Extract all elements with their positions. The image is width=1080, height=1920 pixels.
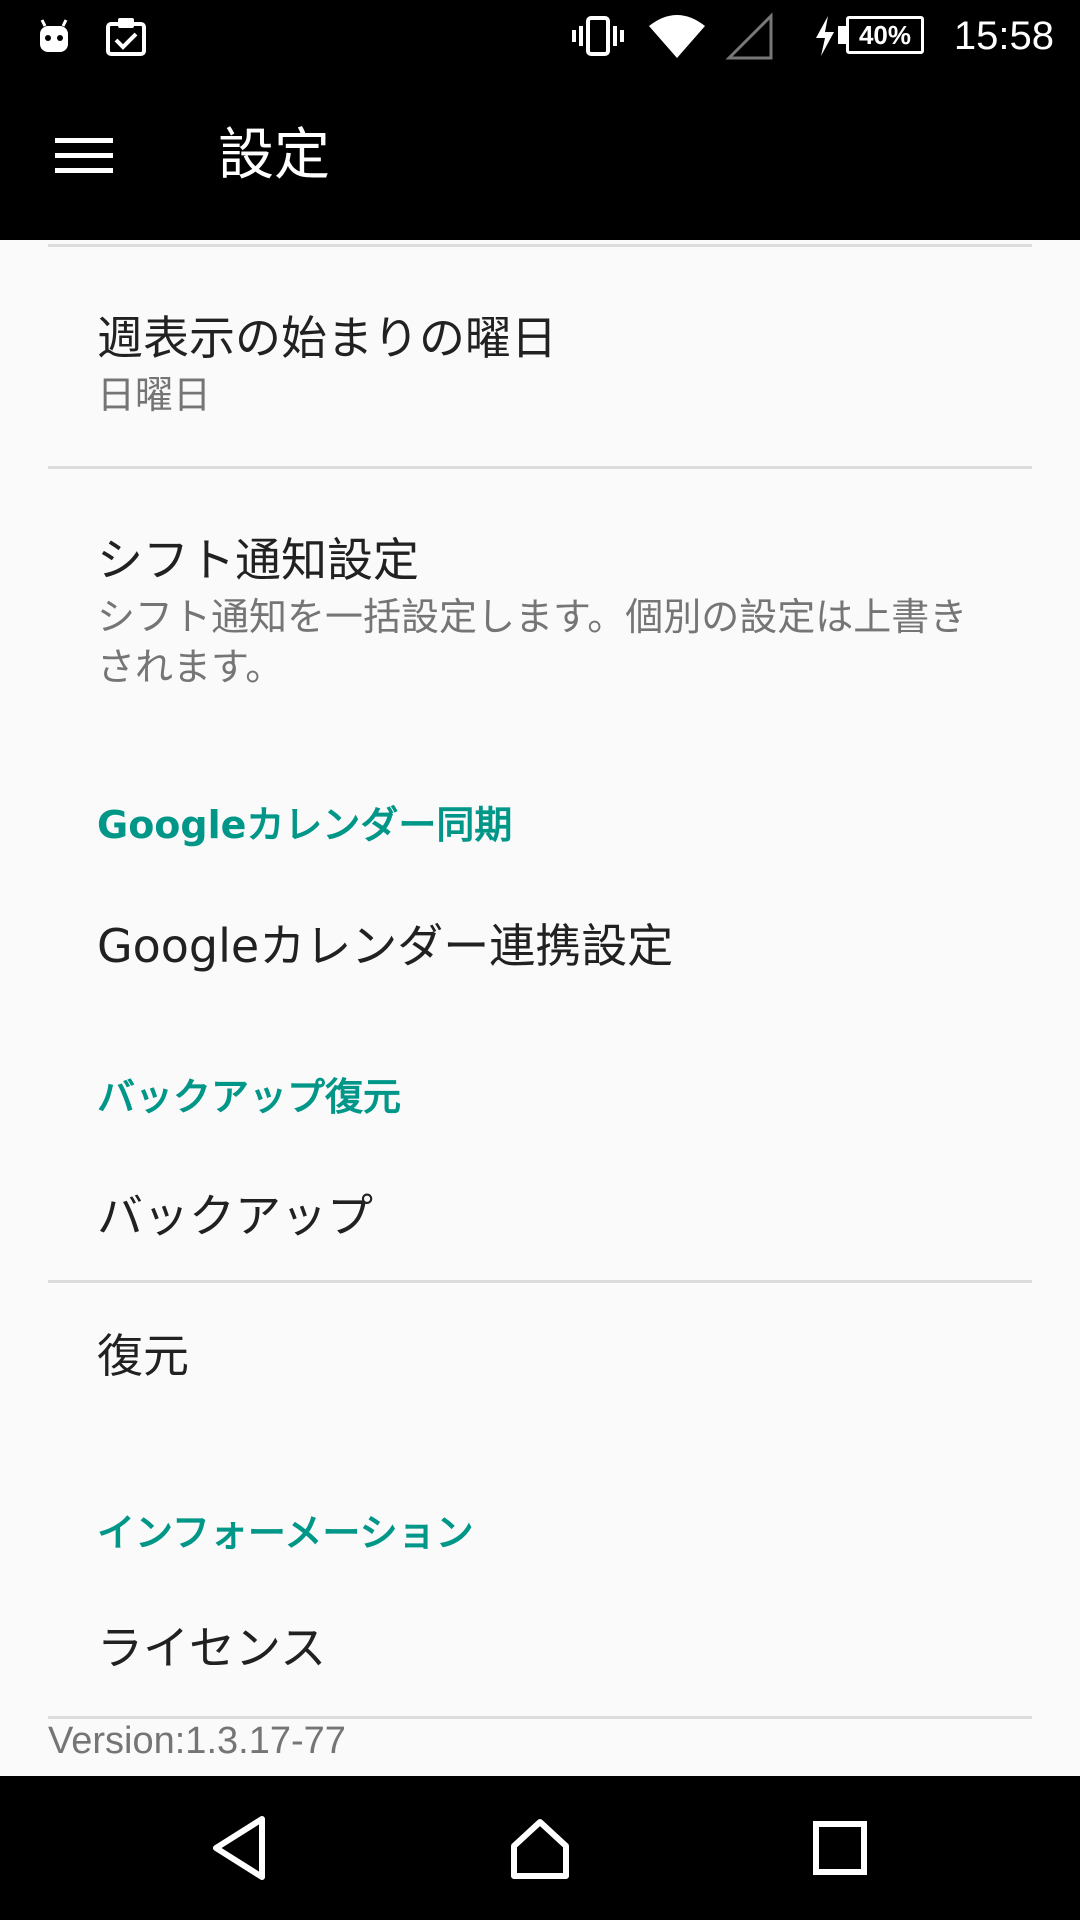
vibrate-icon bbox=[570, 0, 626, 72]
cell-signal-icon bbox=[724, 0, 776, 72]
settings-list[interactable]: 週表示の始まりの曜日 日曜日 シフト通知設定 シフト通知を一括設定します。個別の… bbox=[0, 240, 1080, 1776]
pref-backup[interactable]: バックアップ bbox=[0, 1138, 1080, 1288]
pref-title: 復元 bbox=[97, 1329, 189, 1383]
category-backup-restore: バックアップ復元 bbox=[97, 1075, 402, 1119]
navigation-bar bbox=[0, 1776, 1080, 1920]
pref-restore[interactable]: 復元 bbox=[0, 1284, 1080, 1434]
home-icon[interactable] bbox=[468, 1776, 612, 1920]
divider bbox=[48, 1280, 1032, 1283]
clipboard-check-icon bbox=[100, 0, 152, 72]
pref-title: Googleカレンダー連携設定 bbox=[97, 919, 674, 973]
page-title: 設定 bbox=[218, 123, 330, 188]
pref-title: 週表示の始まりの曜日 bbox=[97, 311, 557, 365]
pref-google-calendar-link[interactable]: Googleカレンダー連携設定 bbox=[0, 868, 1080, 1018]
android-icon bbox=[30, 0, 78, 72]
battery-terminal bbox=[838, 26, 846, 44]
version-label: Version:1.3.17-77 bbox=[48, 1720, 346, 1762]
back-icon[interactable] bbox=[168, 1776, 312, 1920]
category-information: インフォーメーション bbox=[97, 1511, 474, 1555]
pref-shift-notification[interactable]: シフト通知設定 シフト通知を一括設定します。個別の設定は上書きされます。 bbox=[0, 470, 1080, 710]
charging-icon bbox=[810, 0, 840, 72]
pref-title: シフト通知設定 bbox=[97, 533, 419, 587]
divider bbox=[48, 466, 1032, 469]
divider bbox=[48, 1716, 1032, 1719]
status-bar: 40% 15:58 bbox=[0, 0, 1080, 72]
pref-title: バックアップ bbox=[97, 1189, 373, 1243]
hamburger-menu-icon[interactable] bbox=[40, 120, 128, 192]
pref-title: ライセンス bbox=[97, 1621, 327, 1675]
divider bbox=[48, 244, 1032, 247]
battery-icon: 40% bbox=[846, 16, 924, 54]
category-google-calendar: Googleカレンダー同期 bbox=[97, 803, 513, 847]
wifi-icon bbox=[646, 0, 708, 72]
app-bar: 設定 bbox=[0, 72, 1080, 240]
pref-license[interactable]: ライセンス bbox=[0, 1570, 1080, 1720]
pref-summary: シフト通知を一括設定します。個別の設定は上書きされます。 bbox=[97, 595, 968, 689]
status-time: 15:58 bbox=[953, 14, 1054, 58]
recents-icon[interactable] bbox=[768, 1776, 912, 1920]
settings-screen: 40% 15:58 設定 週表示の始まりの曜日 日曜日 シフト通知設定 シフト通… bbox=[0, 0, 1080, 1920]
pref-week-start[interactable]: 週表示の始まりの曜日 日曜日 bbox=[0, 248, 1080, 468]
pref-summary: 日曜日 bbox=[97, 373, 212, 417]
